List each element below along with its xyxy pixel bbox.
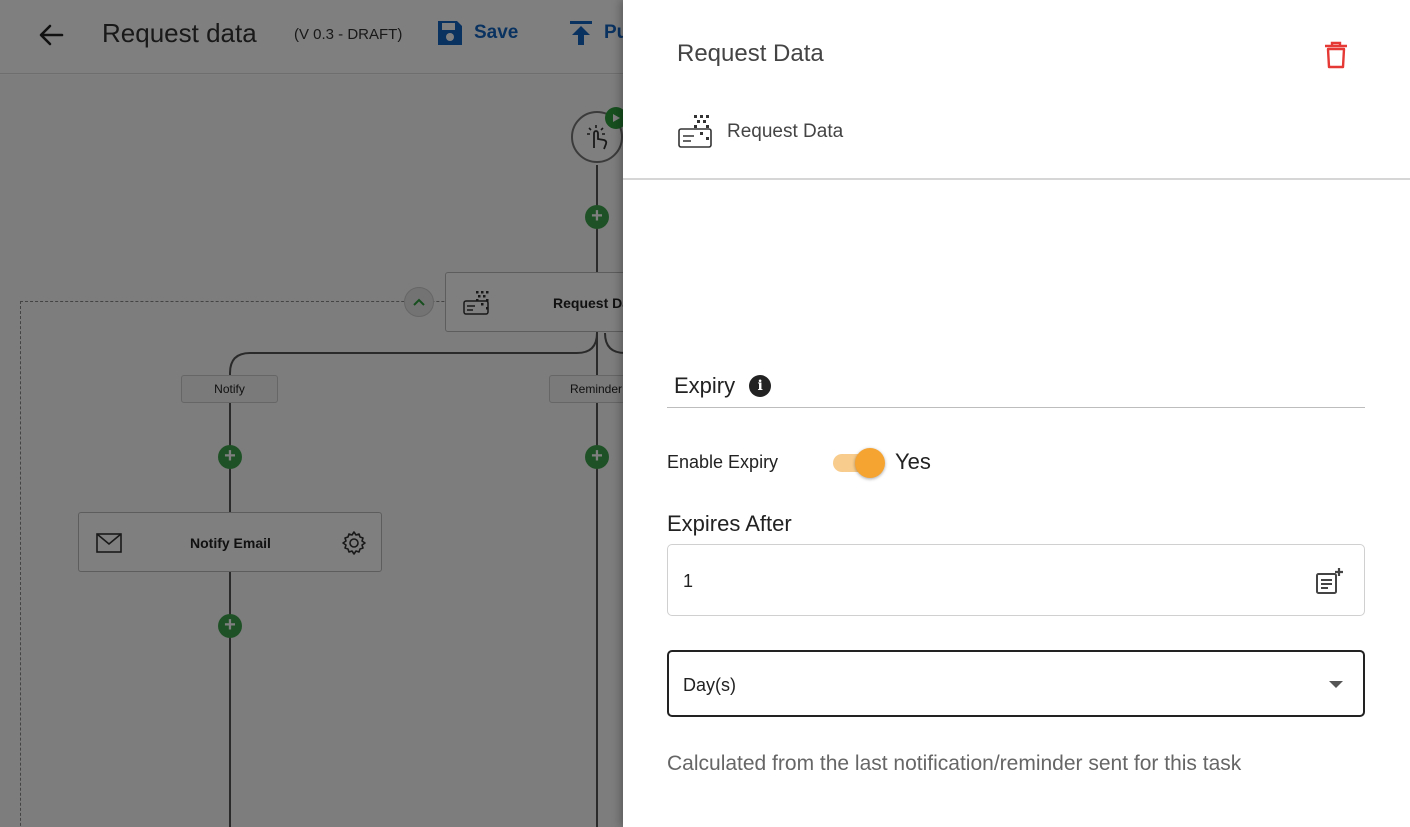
task-settings-drawer: Request Data Request Data Expiry i Enabl… bbox=[623, 0, 1410, 827]
delete-button[interactable] bbox=[1323, 40, 1349, 70]
task-type-label: Request Data bbox=[727, 121, 844, 142]
expiry-unit-value: Day(s) bbox=[683, 675, 736, 695]
expiry-section-label: Expiry bbox=[674, 373, 736, 398]
task-type-row: Request Data bbox=[677, 112, 843, 152]
expiry-section-title: Expiry i bbox=[674, 373, 772, 399]
enable-expiry-toggle[interactable] bbox=[831, 448, 887, 478]
section-divider bbox=[667, 407, 1365, 408]
calculated-field-button[interactable] bbox=[1314, 567, 1344, 597]
trash-icon bbox=[1325, 41, 1347, 69]
expires-after-label: Expires After bbox=[667, 511, 792, 536]
enable-expiry-label: Enable Expiry bbox=[667, 452, 779, 472]
expires-after-value: 1 bbox=[683, 571, 694, 591]
drawer-title: Request Data bbox=[677, 40, 824, 67]
enable-expiry-value: Yes bbox=[895, 449, 931, 474]
expiry-unit-select[interactable]: Day(s) bbox=[667, 650, 1365, 717]
data-card-icon bbox=[678, 115, 712, 148]
calculated-field-icon bbox=[1316, 568, 1343, 594]
expiry-helper-text: Calculated from the last notification/re… bbox=[667, 752, 1242, 775]
expires-after-field[interactable]: 1 bbox=[667, 544, 1365, 616]
modal-backdrop[interactable] bbox=[0, 0, 623, 827]
toggle-thumb bbox=[855, 448, 885, 478]
header-divider bbox=[623, 178, 1410, 180]
info-icon[interactable]: i bbox=[749, 375, 772, 397]
caret-down-icon bbox=[1329, 681, 1343, 688]
